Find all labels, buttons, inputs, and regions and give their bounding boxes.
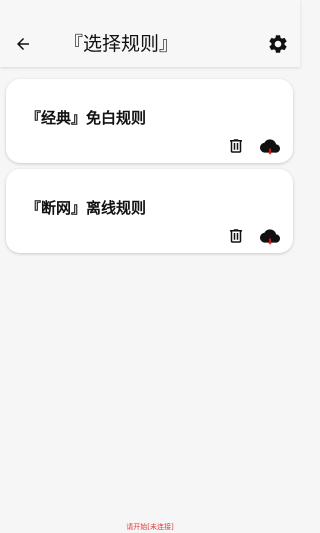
download-rule-button[interactable]	[259, 225, 281, 247]
back-button[interactable]	[10, 31, 36, 57]
cloud-download-icon	[260, 229, 280, 245]
gear-icon	[269, 35, 287, 53]
rule-actions	[225, 135, 281, 157]
trash-icon	[230, 139, 242, 153]
rule-name: 『经典』免白规则	[26, 109, 147, 127]
arrow-left-icon	[17, 38, 29, 50]
connection-status: 请开始[未连接]	[126, 523, 174, 531]
rule-card[interactable]: 『经典』免白规则	[6, 79, 293, 163]
app-bar: 『选择规则』	[0, 0, 300, 67]
rule-card[interactable]: 『断网』离线规则	[6, 169, 293, 253]
rule-name: 『断网』离线规则	[26, 199, 147, 217]
settings-button[interactable]	[264, 30, 292, 58]
download-rule-button[interactable]	[259, 135, 281, 157]
delete-rule-button[interactable]	[225, 135, 247, 157]
rule-actions	[225, 225, 281, 247]
page-title: 『选择规则』	[64, 33, 179, 55]
cloud-download-icon	[260, 139, 280, 155]
delete-rule-button[interactable]	[225, 225, 247, 247]
trash-icon	[230, 229, 242, 243]
